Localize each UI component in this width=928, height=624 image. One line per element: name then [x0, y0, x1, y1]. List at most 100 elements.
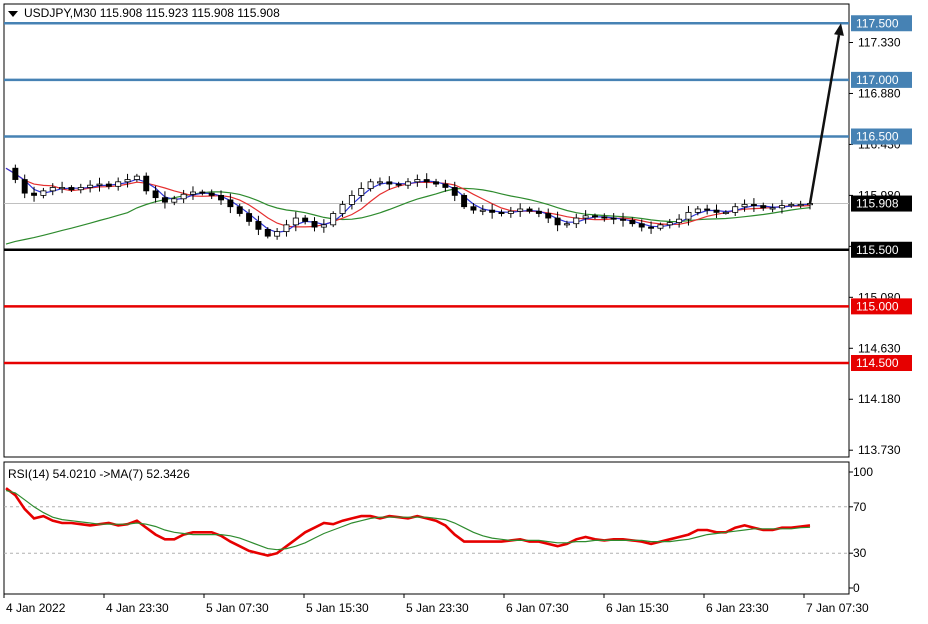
candle-body	[685, 211, 692, 220]
candle-body	[227, 199, 234, 208]
candle-body	[750, 204, 757, 207]
rsi-y-axis: 100 70 30 0	[849, 465, 873, 595]
x-tick-label: 5 Jan 23:30	[406, 601, 469, 615]
candle-body	[778, 205, 785, 209]
candle-body	[87, 184, 94, 188]
candle-body	[171, 198, 178, 203]
candle-body	[573, 217, 580, 225]
candle-body	[769, 207, 776, 210]
rsi-title: RSI(14) 54.0210 ->MA(7) 52.3426	[8, 467, 190, 481]
candle-body	[442, 183, 449, 188]
candle-body	[554, 217, 561, 226]
candle-body	[115, 181, 122, 187]
candle-body	[59, 187, 66, 190]
chart-title: USDJPY,M30 115.908 115.923 115.908 115.9…	[24, 6, 280, 20]
candle-body	[68, 187, 75, 191]
candle-body	[648, 226, 655, 229]
candle-body	[433, 181, 440, 185]
candle-body	[12, 167, 19, 180]
current-price-tag-label: 115.908	[856, 197, 899, 211]
candle-body	[797, 204, 804, 207]
x-tick-label: 4 Jan 2022	[6, 601, 66, 615]
price-level-tag-label: 116.500	[856, 130, 899, 144]
candle-body	[722, 211, 729, 214]
candle-body	[133, 175, 140, 180]
candle-body	[657, 224, 664, 229]
time-x-axis: 4 Jan 2022 4 Jan 23:30 5 Jan 07:30 5 Jan 15…	[3, 594, 869, 615]
x-tick-label: 6 Jan 07:30	[506, 601, 569, 615]
chart-canvas: 117.330116.880116.430115.980115.530115.0…	[3, 3, 912, 615]
candle-body	[283, 224, 290, 233]
candle-body	[760, 205, 767, 209]
candle-body	[704, 208, 711, 211]
price-y-tick-label: 116.880	[858, 86, 901, 100]
candle-body	[143, 175, 150, 192]
candle-body	[507, 210, 514, 214]
price-y-tick-label: 117.330	[858, 36, 901, 50]
candle-body	[498, 211, 505, 214]
candle-body	[461, 194, 468, 208]
rsi-y-tick-label: 0	[853, 581, 860, 595]
candle-body	[479, 209, 486, 212]
candle-body	[405, 181, 411, 186]
candle-body	[199, 191, 206, 194]
candle-body	[208, 192, 215, 196]
candle-body	[218, 194, 224, 201]
candle-body	[96, 183, 103, 186]
candle-body	[246, 213, 253, 222]
candle-body	[582, 215, 589, 219]
price-level-tag-label: 117.000	[856, 73, 899, 87]
candle-body	[620, 218, 626, 221]
candle-body	[292, 217, 299, 226]
candle-body	[517, 208, 524, 212]
candle-body	[49, 187, 56, 192]
price-level-tag-label: 115.500	[856, 243, 899, 257]
candle-body	[741, 204, 748, 208]
candle-body	[31, 192, 38, 196]
candle-body	[358, 188, 365, 196]
candle-body	[732, 206, 739, 213]
price-y-tick-label: 114.630	[858, 341, 901, 355]
candle-body	[161, 197, 168, 203]
price-level-tag-label: 114.500	[856, 356, 899, 370]
candle-body	[666, 222, 673, 226]
candle-body	[264, 228, 271, 237]
candle-body	[545, 213, 552, 219]
price-y-tick-label: 114.180	[858, 392, 901, 406]
candle-body	[629, 219, 636, 225]
candle-body	[451, 187, 458, 196]
x-tick-label: 5 Jan 15:30	[306, 601, 369, 615]
candle-body	[713, 209, 720, 213]
candle-body	[807, 203, 813, 206]
x-tick-label: 7 Jan 07:30	[806, 601, 869, 615]
candle-body	[180, 193, 187, 200]
candle-body	[190, 191, 196, 195]
candle-body	[236, 206, 243, 214]
candle-body	[638, 223, 645, 228]
candle-body	[601, 216, 608, 219]
x-tick-label: 4 Jan 23:30	[106, 601, 169, 615]
candle-body	[367, 181, 374, 189]
price-level-tag-label: 115.000	[856, 299, 899, 313]
rsi-panel	[3, 461, 850, 595]
candle-body	[124, 179, 131, 183]
candle-body	[348, 194, 355, 205]
candle-body	[414, 179, 421, 183]
candle-body	[152, 190, 159, 199]
candle-body	[255, 221, 262, 230]
candle-body	[330, 213, 337, 226]
candle-body	[563, 223, 570, 226]
candle-body	[21, 179, 28, 194]
candle-body	[470, 206, 477, 211]
candle-body	[526, 208, 533, 212]
candle-body	[788, 204, 795, 207]
candle-body	[77, 187, 84, 191]
candle-body	[105, 183, 112, 187]
x-tick-label: 6 Jan 23:30	[706, 601, 769, 615]
candle-body	[610, 217, 617, 220]
rsi-y-tick-label: 70	[853, 500, 867, 514]
candle-body	[395, 183, 402, 186]
candle-body	[535, 210, 542, 214]
price-y-tick-label: 113.730	[858, 443, 901, 457]
candle-body	[386, 181, 393, 185]
